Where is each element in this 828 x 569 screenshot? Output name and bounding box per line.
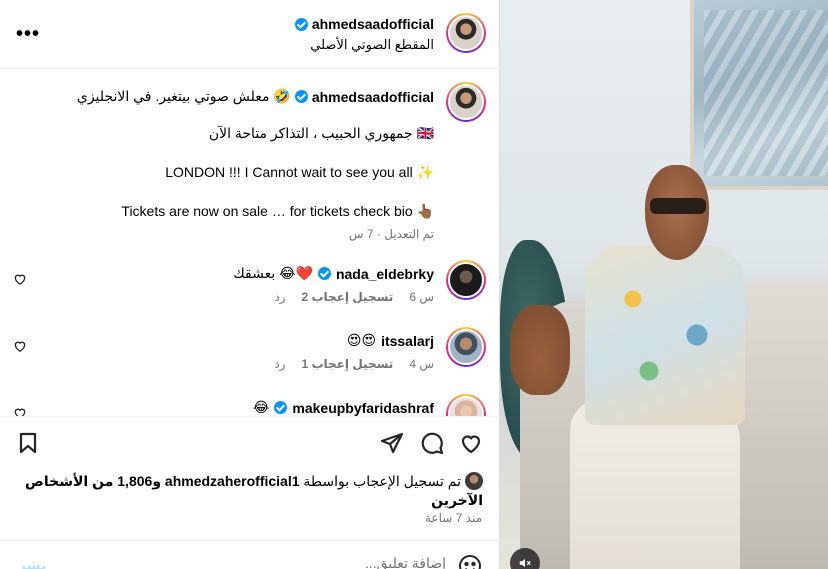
comment-input[interactable] — [86, 555, 446, 569]
likes-summary[interactable]: تم تسجيل الإعجاب بواسطة ahmedzaheroffici… — [13, 472, 483, 510]
caption-edited-time: تم التعديل · 7 س — [348, 227, 434, 241]
save-bookmark-icon[interactable] — [16, 431, 40, 455]
comment-item: بعشقك 😂❤️ nada_eldebrky رد 2 تسجيل إعجاب… — [0, 260, 500, 320]
caption-text-3: LONDON !!! I Cannot wait to see you all … — [165, 164, 434, 180]
comment-item: 😍😍 itssalarj رد 1 تسجيل إعجاب 4 س — [0, 327, 500, 387]
comment-time: 6 س — [409, 290, 434, 304]
likes-prefix: تم تسجيل الإعجاب بواسطة — [303, 473, 461, 489]
comment-reply-button[interactable]: رد — [274, 357, 285, 371]
comment-like-heart-icon[interactable] — [13, 272, 27, 286]
caption-username[interactable]: ahmedsaadofficial — [312, 89, 434, 105]
comment-username[interactable]: itssalarj — [381, 333, 434, 349]
liker-avatar — [465, 472, 483, 490]
person-hand — [510, 305, 570, 395]
verified-badge-icon — [317, 267, 331, 280]
header-username[interactable]: ahmedsaadofficial — [312, 16, 434, 32]
likes-and: و — [152, 473, 162, 489]
comment-text: 😂 — [253, 399, 270, 415]
verified-badge-icon — [274, 401, 288, 414]
post-details-panel: ••• ahmedsaadofficial المقطع الصوتي الأص… — [0, 0, 500, 569]
liker-username[interactable]: ahmedzaherofficial1 — [165, 473, 300, 489]
comment-username[interactable]: makeupbyfaridashraf — [292, 400, 434, 416]
caption-first-line: معلش صوتي بيتغير. في الانجليزي 🤣 ahmedsa… — [77, 88, 434, 105]
comment-like-heart-icon[interactable] — [13, 339, 27, 353]
post-header: ••• ahmedsaadofficial المقطع الصوتي الأص… — [0, 0, 500, 69]
comment-text: 😍😍 — [346, 332, 377, 348]
reel-video[interactable] — [500, 0, 828, 569]
verified-badge-icon — [294, 90, 308, 103]
caption-avatar[interactable] — [446, 82, 486, 122]
comment-like-heart-icon[interactable] — [13, 406, 27, 416]
wall-painting — [690, 0, 828, 190]
caption-text-2: جمهوري الحبيب ، التذاكر متاحة الآن 🇬🇧 — [208, 125, 434, 141]
comment-avatar[interactable] — [446, 394, 486, 416]
caption-text-1: معلش صوتي بيتغير. في الانجليزي 🤣 — [76, 88, 291, 104]
post-time: منذ 7 ساعة — [424, 511, 482, 525]
comment-composer: نشر — [0, 540, 500, 569]
comment-avatar[interactable] — [446, 327, 486, 367]
comment-likes-count[interactable]: 2 تسجيل إعجاب — [301, 290, 393, 304]
comment-avatar[interactable] — [446, 260, 486, 300]
more-options-icon[interactable]: ••• — [16, 22, 40, 46]
comment-text: بعشقك 😂❤️ — [233, 265, 313, 281]
comment-username[interactable]: nada_eldebrky — [336, 266, 434, 282]
post-action-bar — [0, 416, 500, 470]
original-audio-link[interactable]: المقطع الصوتي الأصلي — [310, 37, 434, 53]
comment-time: 4 س — [409, 357, 434, 371]
comment-likes-count[interactable]: 1 تسجيل إعجاب — [301, 357, 393, 371]
header-username-row[interactable]: ahmedsaadofficial — [294, 16, 434, 32]
comment-reply-button[interactable]: رد — [274, 290, 285, 304]
comments-scroll-area[interactable]: معلش صوتي بيتغير. في الانجليزي 🤣 ahmedsa… — [0, 70, 500, 416]
header-avatar[interactable] — [446, 13, 486, 53]
post-comment-button[interactable]: نشر — [18, 557, 46, 569]
sunglasses — [650, 198, 706, 214]
person-shirt — [585, 245, 745, 425]
share-paper-plane-icon[interactable] — [380, 431, 404, 455]
caption-text-4: Tickets are now on sale … for tickets ch… — [121, 203, 434, 219]
person-legs — [570, 400, 740, 569]
comment-item: 😂 makeupbyfaridashraf — [0, 394, 500, 416]
verified-badge-icon — [294, 17, 308, 31]
comment-bubble-icon[interactable] — [420, 431, 444, 455]
emoji-icon[interactable] — [458, 554, 482, 569]
like-heart-icon[interactable] — [459, 431, 483, 455]
